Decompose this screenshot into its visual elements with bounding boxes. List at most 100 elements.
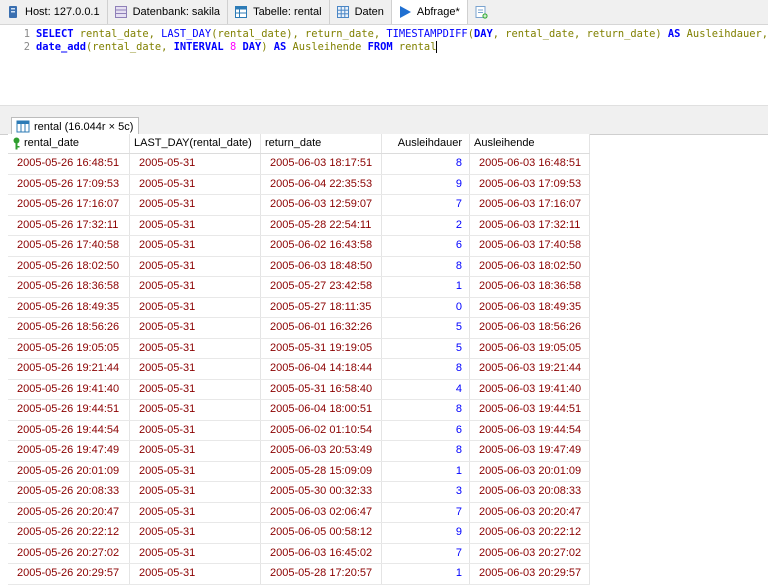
cell-ausleihdauer[interactable]: 8 — [382, 154, 470, 174]
table-row[interactable]: 2005-05-26 16:48:51 2005-05-31 2005-06-03 … — [8, 154, 590, 175]
cell-rental-date[interactable]: 2005-05-26 19:41:40 — [8, 379, 130, 399]
sql-editor[interactable]: 1 SELECT rental_date, LAST_DAY(rental_dat… — [0, 25, 768, 105]
table-row[interactable]: 2005-05-26 20:01:09 2005-05-31 2005-05-28 … — [8, 461, 590, 482]
cell-rental-date[interactable]: 2005-05-26 20:08:33 — [8, 482, 130, 502]
cell-rental-date[interactable]: 2005-05-26 18:49:35 — [8, 297, 130, 317]
table-row[interactable]: 2005-05-26 19:47:49 2005-05-31 2005-06-03 … — [8, 441, 590, 462]
cell-ausleihdauer[interactable]: 9 — [382, 523, 470, 543]
cell-ausleihdauer[interactable]: 4 — [382, 379, 470, 399]
cell-rental-date[interactable]: 2005-05-26 16:48:51 — [8, 154, 130, 174]
cell-return-date[interactable]: 2005-05-28 22:54:11 — [261, 215, 382, 235]
column-header-return-date[interactable]: return_date — [261, 134, 382, 153]
cell-return-date[interactable]: 2005-06-05 00:58:12 — [261, 523, 382, 543]
cell-last-day[interactable]: 2005-05-31 — [130, 420, 261, 440]
cell-ausleihende[interactable]: 2005-06-03 19:21:44 — [470, 359, 590, 379]
cell-rental-date[interactable]: 2005-05-26 20:01:09 — [8, 461, 130, 481]
cell-rental-date[interactable]: 2005-05-26 18:02:50 — [8, 256, 130, 276]
cell-ausleihende[interactable]: 2005-06-03 19:44:54 — [470, 420, 590, 440]
cell-rental-date[interactable]: 2005-05-26 19:44:51 — [8, 400, 130, 420]
cell-return-date[interactable]: 2005-06-03 12:59:07 — [261, 195, 382, 215]
cell-last-day[interactable]: 2005-05-31 — [130, 338, 261, 358]
cell-last-day[interactable]: 2005-05-31 — [130, 482, 261, 502]
cell-rental-date[interactable]: 2005-05-26 17:16:07 — [8, 195, 130, 215]
table-row[interactable]: 2005-05-26 19:44:54 2005-05-31 2005-06-02 … — [8, 420, 590, 441]
cell-ausleihende[interactable]: 2005-06-03 18:02:50 — [470, 256, 590, 276]
cell-last-day[interactable]: 2005-05-31 — [130, 297, 261, 317]
cell-ausleihende[interactable]: 2005-06-03 17:16:07 — [470, 195, 590, 215]
cell-ausleihende[interactable]: 2005-06-03 18:49:35 — [470, 297, 590, 317]
cell-last-day[interactable]: 2005-05-31 — [130, 400, 261, 420]
tab-table[interactable]: Tabelle: rental — [228, 0, 330, 24]
result-grid[interactable]: rental_date LAST_DAY(rental_date) return… — [8, 134, 590, 585]
cell-ausleihende[interactable]: 2005-06-03 20:20:47 — [470, 502, 590, 522]
table-row[interactable]: 2005-05-26 18:36:58 2005-05-31 2005-05-27 … — [8, 277, 590, 298]
table-row[interactable]: 2005-05-26 20:27:02 2005-05-31 2005-06-03 … — [8, 543, 590, 564]
cell-return-date[interactable]: 2005-06-03 18:17:51 — [261, 154, 382, 174]
result-tab[interactable]: rental (16.044r × 5c) — [11, 117, 140, 135]
table-row[interactable]: 2005-05-26 17:32:11 2005-05-31 2005-05-28 … — [8, 215, 590, 236]
cell-last-day[interactable]: 2005-05-31 — [130, 461, 261, 481]
cell-ausleihdauer[interactable]: 7 — [382, 195, 470, 215]
cell-ausleihende[interactable]: 2005-06-03 19:05:05 — [470, 338, 590, 358]
cell-return-date[interactable]: 2005-06-03 20:53:49 — [261, 441, 382, 461]
cell-ausleihdauer[interactable]: 8 — [382, 359, 470, 379]
cell-rental-date[interactable]: 2005-05-26 17:32:11 — [8, 215, 130, 235]
cell-ausleihdauer[interactable]: 5 — [382, 338, 470, 358]
cell-ausleihdauer[interactable]: 9 — [382, 174, 470, 194]
cell-ausleihende[interactable]: 2005-06-03 19:41:40 — [470, 379, 590, 399]
cell-return-date[interactable]: 2005-05-27 23:42:58 — [261, 277, 382, 297]
cell-ausleihende[interactable]: 2005-06-03 20:01:09 — [470, 461, 590, 481]
cell-last-day[interactable]: 2005-05-31 — [130, 441, 261, 461]
cell-ausleihdauer[interactable]: 6 — [382, 420, 470, 440]
cell-return-date[interactable]: 2005-05-27 18:11:35 — [261, 297, 382, 317]
cell-return-date[interactable]: 2005-05-30 00:32:33 — [261, 482, 382, 502]
table-row[interactable]: 2005-05-26 20:20:47 2005-05-31 2005-06-03 … — [8, 502, 590, 523]
table-row[interactable]: 2005-05-26 20:22:12 2005-05-31 2005-06-05 … — [8, 523, 590, 544]
cell-ausleihende[interactable]: 2005-06-03 18:56:26 — [470, 318, 590, 338]
cell-ausleihdauer[interactable]: 8 — [382, 441, 470, 461]
cell-return-date[interactable]: 2005-06-03 16:45:02 — [261, 543, 382, 563]
cell-ausleihende[interactable]: 2005-06-03 17:09:53 — [470, 174, 590, 194]
cell-return-date[interactable]: 2005-06-04 18:00:51 — [261, 400, 382, 420]
cell-ausleihdauer[interactable]: 1 — [382, 277, 470, 297]
table-row[interactable]: 2005-05-26 18:49:35 2005-05-31 2005-05-27 … — [8, 297, 590, 318]
cell-return-date[interactable]: 2005-05-31 16:58:40 — [261, 379, 382, 399]
cell-ausleihdauer[interactable]: 3 — [382, 482, 470, 502]
cell-rental-date[interactable]: 2005-05-26 20:20:47 — [8, 502, 130, 522]
table-row[interactable]: 2005-05-26 18:02:50 2005-05-31 2005-06-03 … — [8, 256, 590, 277]
table-row[interactable]: 2005-05-26 19:05:05 2005-05-31 2005-05-31 … — [8, 338, 590, 359]
cell-ausleihende[interactable]: 2005-06-03 20:27:02 — [470, 543, 590, 563]
cell-ausleihende[interactable]: 2005-06-03 20:29:57 — [470, 564, 590, 584]
table-row[interactable]: 2005-05-26 19:41:40 2005-05-31 2005-05-31 … — [8, 379, 590, 400]
cell-rental-date[interactable]: 2005-05-26 19:05:05 — [8, 338, 130, 358]
cell-ausleihende[interactable]: 2005-06-03 19:44:51 — [470, 400, 590, 420]
cell-last-day[interactable]: 2005-05-31 — [130, 277, 261, 297]
cell-return-date[interactable]: 2005-06-02 16:43:58 — [261, 236, 382, 256]
cell-last-day[interactable]: 2005-05-31 — [130, 236, 261, 256]
cell-last-day[interactable]: 2005-05-31 — [130, 318, 261, 338]
table-row[interactable]: 2005-05-26 18:56:26 2005-05-31 2005-06-01 … — [8, 318, 590, 339]
cell-ausleihdauer[interactable]: 8 — [382, 400, 470, 420]
cell-ausleihdauer[interactable]: 8 — [382, 256, 470, 276]
cell-ausleihende[interactable]: 2005-06-03 16:48:51 — [470, 154, 590, 174]
cell-return-date[interactable]: 2005-06-01 16:32:26 — [261, 318, 382, 338]
table-row[interactable]: 2005-05-26 20:08:33 2005-05-31 2005-05-30 … — [8, 482, 590, 503]
cell-rental-date[interactable]: 2005-05-26 19:44:54 — [8, 420, 130, 440]
cell-last-day[interactable]: 2005-05-31 — [130, 543, 261, 563]
tab-data[interactable]: Daten — [330, 0, 392, 24]
cell-return-date[interactable]: 2005-05-28 17:20:57 — [261, 564, 382, 584]
cell-rental-date[interactable]: 2005-05-26 18:36:58 — [8, 277, 130, 297]
cell-rental-date[interactable]: 2005-05-26 19:21:44 — [8, 359, 130, 379]
cell-ausleihende[interactable]: 2005-06-03 19:47:49 — [470, 441, 590, 461]
cell-return-date[interactable]: 2005-06-03 02:06:47 — [261, 502, 382, 522]
cell-rental-date[interactable]: 2005-05-26 19:47:49 — [8, 441, 130, 461]
cell-last-day[interactable]: 2005-05-31 — [130, 523, 261, 543]
cell-last-day[interactable]: 2005-05-31 — [130, 215, 261, 235]
cell-return-date[interactable]: 2005-06-04 14:18:44 — [261, 359, 382, 379]
cell-ausleihdauer[interactable]: 1 — [382, 461, 470, 481]
cell-rental-date[interactable]: 2005-05-26 20:22:12 — [8, 523, 130, 543]
cell-last-day[interactable]: 2005-05-31 — [130, 256, 261, 276]
new-query-tab-button[interactable] — [468, 0, 494, 24]
cell-ausleihende[interactable]: 2005-06-03 17:32:11 — [470, 215, 590, 235]
cell-ausleihdauer[interactable]: 2 — [382, 215, 470, 235]
